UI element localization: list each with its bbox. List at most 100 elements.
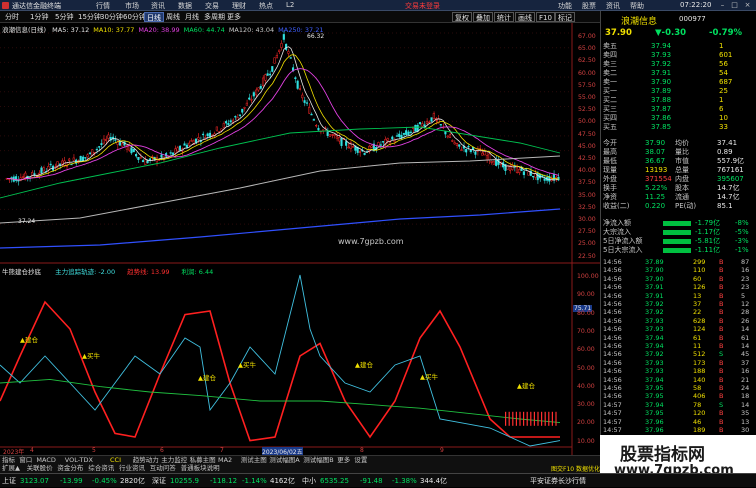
capital-flow-row: 5日大宗流入 -1.11亿 -1% — [601, 246, 756, 255]
menu-market[interactable]: 行情 — [96, 1, 110, 11]
stats-button[interactable]: 统计 — [494, 12, 514, 22]
candle-body — [536, 172, 539, 181]
extension-tab[interactable]: 综合资讯 — [88, 464, 114, 473]
candle-body — [460, 149, 463, 151]
quote-label: 外盘 — [603, 175, 617, 183]
price-axis-label: 60.00 — [578, 69, 596, 77]
menu-exchange[interactable]: 市场 — [125, 1, 139, 11]
flow-label: 大宗流入 — [603, 228, 631, 236]
candle-body — [428, 121, 431, 124]
quote-value: 37.90 — [645, 139, 666, 147]
tick-count: 5 — [741, 291, 746, 300]
restore-rights-button[interactable]: 复权 — [452, 12, 472, 22]
signal-bar — [515, 411, 517, 426]
price-axis-label: 47.50 — [578, 130, 596, 138]
menu-stock[interactable]: 股票 — [582, 1, 596, 11]
candle-body — [469, 149, 472, 153]
candle-body — [130, 147, 133, 154]
orderbook-label: 买三 — [603, 105, 617, 113]
tab-more[interactable]: 更多 — [225, 12, 243, 22]
menu-help[interactable]: 帮助 — [630, 1, 644, 11]
menu-finance[interactable]: 理财 — [232, 1, 246, 11]
tab-monthly[interactable]: 月线 — [183, 12, 201, 22]
index-pct: -1.38% — [392, 477, 417, 485]
extension-tab[interactable]: 普通板块说明 — [181, 464, 220, 473]
menu-news[interactable]: 资讯 — [151, 1, 165, 11]
orderbook-volume: 25 — [719, 87, 728, 95]
tick-time: 14:56 — [603, 392, 622, 401]
menu-info[interactable]: 资讯 — [606, 1, 620, 11]
trade-login-alert[interactable]: 交易未登录 — [405, 1, 440, 11]
tab-weekly[interactable]: 周线 — [164, 12, 182, 22]
x-axis-label: 9 — [440, 447, 444, 454]
menu-data[interactable]: 数据 — [178, 1, 192, 11]
tab-multi[interactable]: 多周期 — [202, 12, 227, 22]
tab-1min[interactable]: 1分钟 — [28, 12, 50, 22]
draw-button[interactable]: 画线 — [515, 12, 535, 22]
index-change: -91.48 — [360, 477, 383, 485]
candle-body — [238, 114, 242, 116]
candle-body — [266, 73, 269, 76]
quote-value: 11.25 — [645, 193, 666, 201]
extension-tab[interactable]: 资金分布 — [57, 464, 83, 473]
menu-l2[interactable]: L2 — [286, 1, 294, 9]
tick-time: 14:57 — [603, 409, 622, 418]
tick-direction: B — [719, 274, 724, 283]
flow-value: -1.17亿 — [695, 228, 721, 236]
tick-direction: B — [719, 291, 724, 300]
index-name[interactable]: 深证 — [152, 474, 166, 488]
f10-button[interactable]: F10 — [536, 12, 555, 22]
orderbook-price: 37.93 — [651, 51, 672, 59]
tick-price: 37.92 — [645, 300, 664, 308]
tab-tick[interactable]: 分时 — [3, 12, 21, 22]
candle-body — [102, 138, 105, 144]
extension-tab[interactable]: 扩展▲ — [2, 464, 20, 473]
signal-bar — [533, 411, 535, 426]
extension-tab[interactable]: 互动问答 — [150, 464, 176, 473]
orderbook-label: 卖二 — [603, 69, 617, 77]
candle-body — [185, 144, 188, 148]
mark-button[interactable]: 标记 — [555, 12, 575, 22]
flow-pct: -5% — [735, 228, 749, 236]
minimize-icon[interactable]: – — [718, 1, 727, 9]
tab-5min[interactable]: 5分钟 — [53, 12, 75, 22]
indicator-axis-label: 60.00 — [577, 346, 595, 354]
tick-volume: 11 — [693, 342, 702, 350]
tick-volume: 126 — [693, 283, 706, 292]
capital-flow-row: 大宗流入 -1.17亿 -5% — [601, 228, 756, 237]
tick-direction: B — [719, 308, 724, 317]
tick-volume: 173 — [693, 358, 706, 367]
tab-daily[interactable]: 日线 — [144, 12, 164, 22]
orderbook-row: 卖三 37.92 56 — [601, 60, 756, 69]
close-icon[interactable]: × — [743, 1, 752, 9]
candle-body — [264, 74, 267, 81]
orderbook-row: 卖二 37.91 54 — [601, 69, 756, 78]
index-name[interactable]: 中小 — [302, 474, 316, 488]
menu-hot[interactable]: 热点 — [259, 1, 273, 11]
price-axis-label: 62.50 — [578, 57, 596, 65]
quote-label: 现量 — [603, 166, 617, 174]
chart-area[interactable] — [0, 23, 600, 455]
candle-body — [146, 160, 149, 164]
stock-price: 37.90 — [605, 28, 632, 38]
orderbook-volume: 10 — [719, 114, 728, 122]
menu-function[interactable]: 功能 — [558, 1, 572, 11]
price-axis-label: 30.00 — [578, 216, 596, 223]
index-pct: -0.45% — [92, 477, 117, 485]
extension-tab[interactable]: 行业资讯 — [119, 464, 145, 473]
candle-body — [79, 156, 82, 162]
menu-trade[interactable]: 交易 — [205, 1, 219, 11]
quote-label: 今开 — [603, 139, 617, 147]
extension-tab[interactable]: 关联股价 — [27, 464, 53, 473]
tick-price: 37.93 — [645, 316, 664, 325]
tick-volume: 46 — [693, 417, 702, 426]
index-name[interactable]: 上证 — [2, 474, 16, 488]
maximize-icon[interactable]: □ — [730, 1, 739, 9]
tick-row: 14:56 37.95 58 B 24 — [601, 384, 756, 392]
overlay-button[interactable]: 叠加 — [473, 12, 493, 22]
tick-volume: 37 — [693, 300, 702, 308]
tick-price: 37.95 — [645, 392, 664, 401]
candle-body — [308, 107, 311, 114]
tick-direction: S — [719, 350, 724, 359]
candle-body — [137, 157, 140, 160]
